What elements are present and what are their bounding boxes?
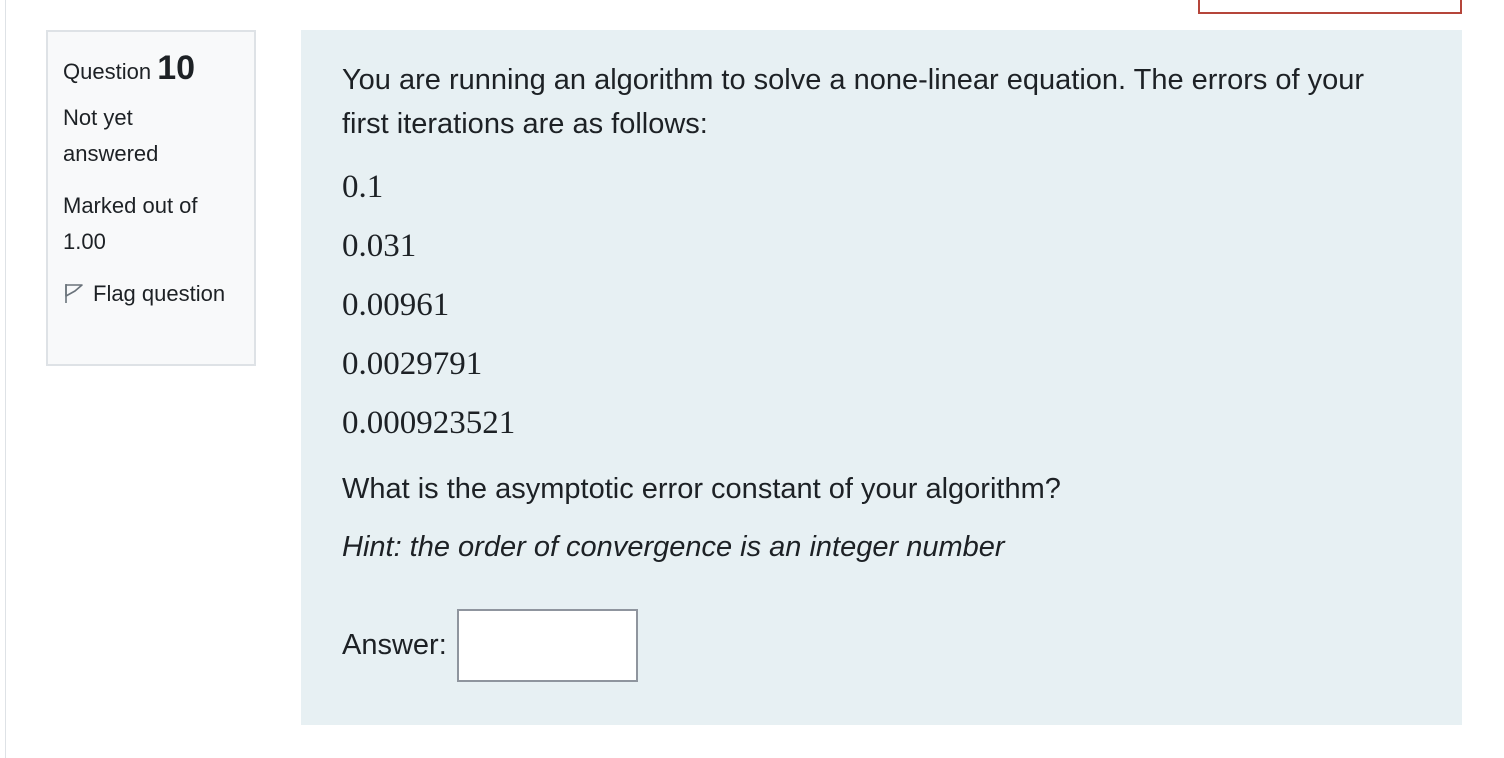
error-value: 0.000923521 <box>342 405 516 441</box>
answer-label: Answer: <box>342 629 447 661</box>
error-value: 0.0029791 <box>342 346 483 382</box>
question-info-panel: Question 10 Not yet answered Marked out … <box>46 30 256 366</box>
question-number-heading: Question 10 <box>63 48 239 92</box>
flag-question-label: Flag question <box>93 281 226 306</box>
previous-element-edge <box>1198 0 1462 14</box>
question-prompt: What is the asymptotic error constant of… <box>342 473 1061 505</box>
question-number: 10 <box>157 49 196 87</box>
question-state: Not yet answered <box>63 105 159 166</box>
error-value: 0.00961 <box>342 287 450 323</box>
flag-question-button[interactable]: Flag question <box>63 276 233 312</box>
flag-outline-icon <box>63 279 85 303</box>
question-label: Question <box>63 59 152 84</box>
question-content: You are running an algorithm to solve a … <box>301 30 1462 725</box>
page-border <box>5 0 6 758</box>
error-value: 0.1 <box>342 169 384 205</box>
question-hint: Hint: the order of convergence is an int… <box>342 531 1005 563</box>
error-value: 0.031 <box>342 228 417 264</box>
answer-row: Answer: <box>342 609 638 682</box>
answer-input[interactable] <box>456 609 638 682</box>
question-intro-text: You are running an algorithm to solve a … <box>342 64 1365 140</box>
question-grade: Marked out of 1.00 <box>63 193 198 254</box>
